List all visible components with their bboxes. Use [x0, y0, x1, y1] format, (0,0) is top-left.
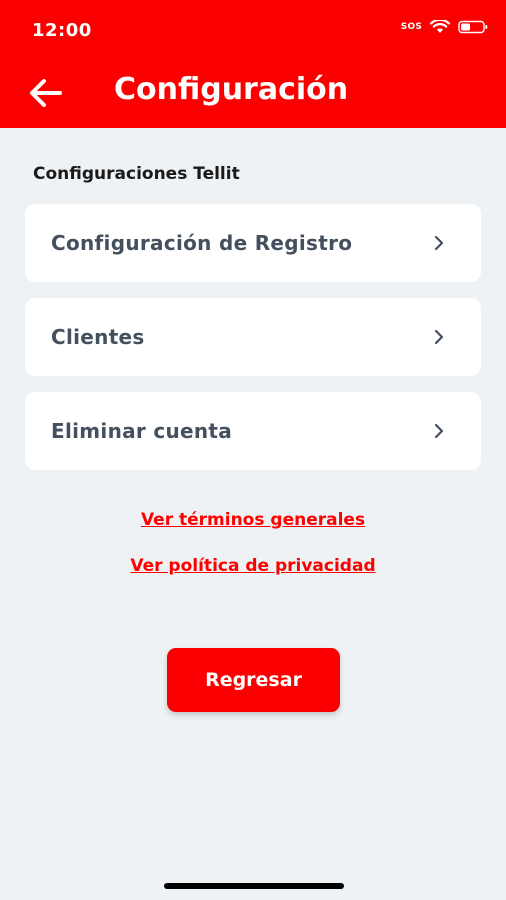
menu-item-configuracion-registro[interactable]: Configuración de Registro	[25, 204, 481, 282]
app-header: 12:00 SOS Configuración	[0, 0, 506, 128]
chevron-right-icon	[434, 235, 444, 251]
page-title: Configuración	[114, 72, 349, 107]
menu-item-clientes[interactable]: Clientes	[25, 298, 481, 376]
chevron-right-icon	[434, 329, 444, 345]
terms-link[interactable]: Ver términos generales	[0, 510, 506, 530]
status-icons: SOS	[401, 20, 488, 34]
chevron-right-icon	[434, 423, 444, 439]
home-indicator[interactable]	[164, 883, 344, 889]
wifi-icon	[430, 20, 450, 34]
section-label: Configuraciones Tellit	[33, 164, 240, 184]
back-arrow-icon[interactable]	[26, 76, 66, 110]
menu-item-label: Clientes	[51, 325, 145, 349]
privacy-link[interactable]: Ver política de privacidad	[0, 556, 506, 576]
status-time: 12:00	[32, 20, 92, 41]
sos-indicator: SOS	[400, 22, 422, 32]
battery-icon	[458, 20, 488, 34]
menu-item-label: Eliminar cuenta	[51, 419, 233, 443]
menu-item-eliminar-cuenta[interactable]: Eliminar cuenta	[25, 392, 481, 470]
regresar-button[interactable]: Regresar	[167, 648, 340, 712]
menu-item-label: Configuración de Registro	[51, 231, 353, 255]
